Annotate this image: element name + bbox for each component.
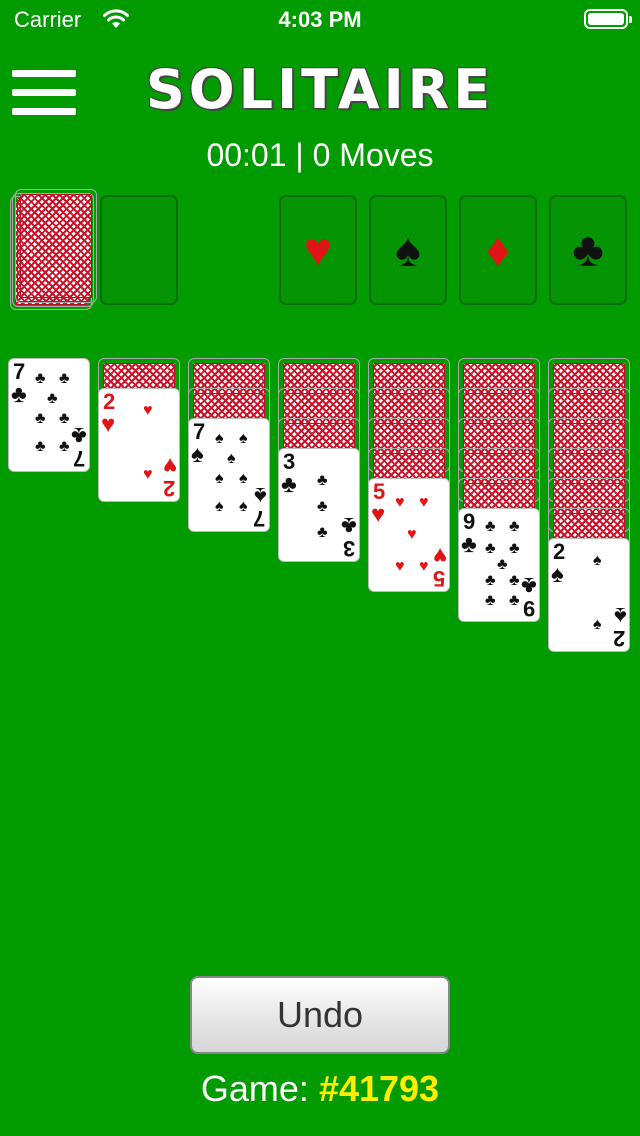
face-up-card[interactable]: 7 ♠ 7 ♠ ♠ ♠ ♠ ♠ ♠ ♠ ♠ xyxy=(188,418,270,532)
card-suit-icon: ♠ xyxy=(551,561,564,588)
card-rank-bottom: 7 xyxy=(72,446,85,471)
card-suit-icon-bottom: ♣ xyxy=(521,572,537,599)
card-suit-icon: ♣ xyxy=(281,471,297,498)
diamond-icon: ♦ xyxy=(485,223,511,277)
timer-moves: 00:01 | 0 Moves xyxy=(206,137,434,173)
face-up-card[interactable]: 9 ♣ 9 ♣ ♣ ♣ ♣ ♣ ♣ ♣ ♣ ♣ ♣ xyxy=(458,508,540,622)
card-rank-bottom: 3 xyxy=(342,536,355,561)
card-pip: ♥ xyxy=(395,494,405,511)
card-pip: ♣ xyxy=(485,592,496,609)
face-up-card[interactable]: 7 ♣ 7 ♣ ♣ ♣ ♣ ♣ ♣ ♣ ♣ xyxy=(8,358,90,472)
foundation-clubs[interactable]: ♣ xyxy=(549,195,627,305)
card-suit-icon-bottom: ♠ xyxy=(614,602,627,629)
face-up-card[interactable]: 2 ♥ 2 ♥ ♥ ♥ xyxy=(98,388,180,502)
card-suit-icon-bottom: ♥ xyxy=(162,452,177,479)
card-pip: ♠ xyxy=(215,498,224,515)
card-rank: 2 xyxy=(103,389,116,414)
card-pip: ♠ xyxy=(593,616,602,633)
card-pip: ♣ xyxy=(59,410,70,427)
card-suit-icon: ♥ xyxy=(101,411,116,438)
card-pip: ♥ xyxy=(395,558,405,575)
club-icon: ♣ xyxy=(572,223,604,277)
heart-icon: ♥ xyxy=(303,223,333,277)
card-rank: 9 xyxy=(463,509,476,534)
card-pip: ♣ xyxy=(59,370,70,387)
foundation-diamonds[interactable]: ♦ xyxy=(459,195,537,305)
card-rank: 2 xyxy=(553,539,566,564)
card-pip: ♠ xyxy=(227,450,236,467)
card-suit-icon-bottom: ♥ xyxy=(432,542,447,569)
card-rank-bottom: 5 xyxy=(432,566,445,591)
card-suit-icon-bottom: ♣ xyxy=(341,512,357,539)
card-pip: ♥ xyxy=(419,558,429,575)
card-suit-icon-bottom: ♣ xyxy=(71,422,87,449)
face-up-card[interactable]: 5 ♥ 5 ♥ ♥ ♥ ♥ ♥ ♥ xyxy=(368,478,450,592)
card-rank: 7 xyxy=(193,419,206,444)
card-suit-icon: ♠ xyxy=(191,441,204,468)
game-number: #41793 xyxy=(318,1068,440,1109)
card-pip: ♠ xyxy=(593,552,602,569)
card-pip: ♣ xyxy=(509,592,520,609)
card-pip: ♥ xyxy=(407,526,417,543)
card-suit-icon: ♥ xyxy=(371,501,386,528)
card-pip: ♣ xyxy=(497,556,508,573)
undo-button[interactable]: Undo xyxy=(190,976,450,1054)
card-pip: ♠ xyxy=(239,498,248,515)
card-pip: ♣ xyxy=(317,498,328,515)
card-pip: ♣ xyxy=(509,572,520,589)
card-pip: ♠ xyxy=(239,470,248,487)
card-pip: ♣ xyxy=(59,438,70,455)
foundation-hearts[interactable]: ♥ xyxy=(279,195,357,305)
card-rank-bottom: 9 xyxy=(522,596,535,621)
card-rank-bottom: 2 xyxy=(162,476,175,501)
card-pip: ♠ xyxy=(215,430,224,447)
foundation-spades[interactable]: ♠ xyxy=(369,195,447,305)
card-rank: 5 xyxy=(373,479,386,504)
card-pip: ♣ xyxy=(47,390,58,407)
card-suit-icon: ♣ xyxy=(11,381,27,408)
card-pip: ♣ xyxy=(485,540,496,557)
face-up-card[interactable]: 3 ♣ 3 ♣ ♣ ♣ ♣ xyxy=(278,448,360,562)
card-pip: ♣ xyxy=(35,370,46,387)
card-suit-icon-bottom: ♠ xyxy=(254,482,267,509)
card-pip: ♠ xyxy=(215,470,224,487)
card-pip: ♥ xyxy=(143,466,153,483)
waste-pile[interactable] xyxy=(100,195,178,305)
card-pip: ♥ xyxy=(143,402,153,419)
card-pip: ♥ xyxy=(419,494,429,511)
game-label: Game: xyxy=(200,1068,309,1109)
face-up-card[interactable]: 2 ♠ 2 ♠ ♠ ♠ xyxy=(548,538,630,652)
card-pip: ♣ xyxy=(485,518,496,535)
card-suit-icon: ♣ xyxy=(461,531,477,558)
card-pip: ♣ xyxy=(317,524,328,541)
spade-icon: ♠ xyxy=(395,223,421,277)
card-pip: ♠ xyxy=(239,430,248,447)
page-title: SOLITAIRE xyxy=(145,58,495,121)
card-rank-bottom: 2 xyxy=(612,626,625,651)
card-pip: ♣ xyxy=(509,518,520,535)
card-pip: ♣ xyxy=(485,572,496,589)
card-pip: ♣ xyxy=(35,438,46,455)
card-pip: ♣ xyxy=(317,472,328,489)
clock: 4:03 PM xyxy=(278,7,362,32)
card-rank: 3 xyxy=(283,449,296,474)
status-bar: Carrier 4:03 PM xyxy=(0,0,640,40)
card-rank: 7 xyxy=(13,359,26,384)
card-rank-bottom: 7 xyxy=(252,506,265,531)
battery-icon xyxy=(584,9,632,29)
game-number-label: Game: #41793 xyxy=(0,1068,640,1110)
card-pip: ♣ xyxy=(35,410,46,427)
card-pip: ♣ xyxy=(509,540,520,557)
